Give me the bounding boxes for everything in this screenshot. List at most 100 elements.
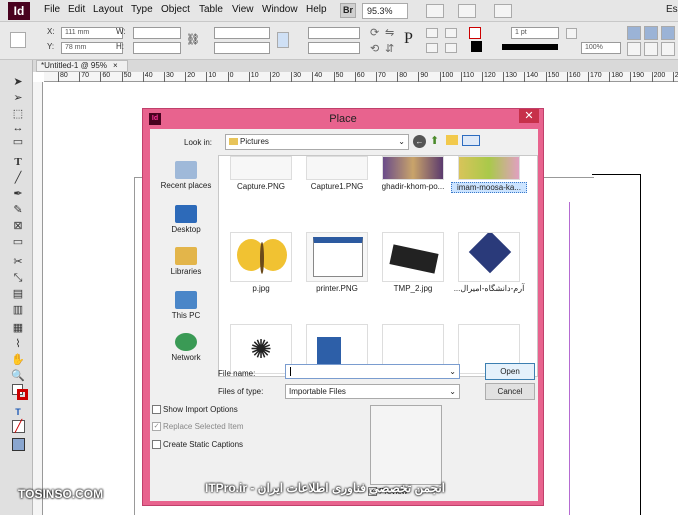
screen-mode-icon[interactable] xyxy=(458,4,476,18)
scale-y-field[interactable] xyxy=(214,42,270,54)
place-this-pc[interactable]: This PC xyxy=(154,291,218,320)
pencil-tool-icon[interactable]: ✎ xyxy=(10,204,26,217)
file-name-input[interactable]: ⌄ xyxy=(285,364,460,379)
checkbox-checked[interactable]: ✓ xyxy=(152,422,161,431)
menu-view[interactable]: View xyxy=(232,4,254,15)
file-item-selected[interactable]: imam-moosa-ka... xyxy=(451,156,527,193)
constrain-link-icon[interactable]: ⛓ xyxy=(186,33,200,46)
file-item[interactable]: ghadir-khom-po... xyxy=(375,156,451,191)
menu-layout[interactable]: Layout xyxy=(93,4,123,15)
arrange-documents-icon[interactable] xyxy=(494,4,512,18)
place-libraries[interactable]: Libraries xyxy=(154,247,218,276)
height-field[interactable] xyxy=(133,42,181,54)
view-options-icon[interactable] xyxy=(426,4,444,18)
menu-type[interactable]: Type xyxy=(131,4,153,15)
place-desktop[interactable]: Desktop xyxy=(154,205,218,234)
file-item[interactable]: آرم-دانشگاه-امیرال... xyxy=(451,232,527,293)
apply-none-icon[interactable]: ╱ xyxy=(12,420,25,433)
opacity-icon[interactable] xyxy=(566,28,577,39)
show-import-options-checkbox[interactable]: Show Import Options xyxy=(152,405,238,414)
formatting-container-icon[interactable]: T xyxy=(10,406,26,419)
rotate-icon[interactable]: ⟳ xyxy=(370,26,379,39)
menu-window[interactable]: Window xyxy=(262,4,298,15)
eyedropper-tool-icon[interactable]: ⌇ xyxy=(10,338,26,351)
free-transform-tool-icon[interactable]: ⤡ xyxy=(10,272,26,285)
selection-tool-icon[interactable]: ➤ xyxy=(10,76,26,89)
menu-object[interactable]: Object xyxy=(161,4,190,15)
direct-selection-tool-icon[interactable]: ➢ xyxy=(10,92,26,105)
scale-x-field[interactable] xyxy=(214,27,270,39)
stroke-weight-field[interactable]: 1 pt xyxy=(511,27,559,39)
wrap-icon[interactable] xyxy=(661,26,675,40)
bridge-icon[interactable]: Br xyxy=(340,3,356,18)
menu-file[interactable]: File xyxy=(44,4,60,15)
rectangle-tool-icon[interactable]: ▭ xyxy=(10,236,26,249)
back-icon[interactable]: ← xyxy=(413,135,426,148)
select-container-icon[interactable] xyxy=(426,28,438,38)
rotate-field[interactable] xyxy=(308,27,360,39)
rectangle-frame-tool-icon[interactable]: ⊠ xyxy=(10,220,26,233)
gap-tool-icon[interactable]: ↔ xyxy=(10,122,26,135)
menu-help[interactable]: Help xyxy=(306,4,327,15)
document-tab[interactable]: *Untitled-1 @ 95% × xyxy=(36,60,128,72)
stroke-black-icon[interactable] xyxy=(471,41,482,52)
type-tool-icon[interactable]: T xyxy=(10,156,26,169)
menu-table[interactable]: Table xyxy=(199,4,223,15)
flip-vertical-icon[interactable]: ⇵ xyxy=(385,42,394,55)
new-folder-icon[interactable] xyxy=(446,135,458,145)
menu-edit[interactable]: Edit xyxy=(68,4,85,15)
opacity-field[interactable]: 100% xyxy=(581,42,621,54)
up-folder-icon[interactable]: ⬆ xyxy=(430,134,439,147)
close-tab-icon[interactable]: × xyxy=(113,61,118,70)
page-tool-icon[interactable]: ⬚ xyxy=(10,108,26,121)
file-item[interactable]: Capture1.PNG xyxy=(299,156,375,191)
shear-field[interactable] xyxy=(308,42,360,54)
replace-selected-item-checkbox[interactable]: ✓ Replace Selected Item xyxy=(152,422,244,431)
place-network[interactable]: Network xyxy=(154,333,218,362)
hand-tool-icon[interactable]: ✋ xyxy=(10,354,26,367)
fit-content-icon[interactable] xyxy=(644,26,658,40)
width-field[interactable] xyxy=(133,27,181,39)
checkbox-box[interactable] xyxy=(152,405,161,414)
line-tool-icon[interactable]: ╱ xyxy=(10,172,26,185)
screen-mode-normal-icon[interactable] xyxy=(12,438,25,451)
place-recent[interactable]: Recent places xyxy=(154,161,218,190)
checkbox-box[interactable] xyxy=(152,440,161,449)
gradient-swatch-tool-icon[interactable]: ▤ xyxy=(10,288,26,301)
close-button[interactable]: ✕ xyxy=(519,109,539,123)
file-item[interactable]: printer.PNG xyxy=(299,232,375,293)
create-static-captions-checkbox[interactable]: Create Static Captions xyxy=(152,440,243,449)
fill-none-icon[interactable] xyxy=(469,27,481,39)
constrain-scale-icon[interactable] xyxy=(277,32,289,48)
file-item[interactable]: p.jpg xyxy=(223,232,299,293)
flip-horizontal-icon[interactable]: ⇋ xyxy=(385,26,394,39)
content-collector-icon[interactable]: ▭ xyxy=(10,136,26,149)
open-button[interactable]: Open xyxy=(485,363,535,380)
zoom-tool-icon[interactable]: 🔍 xyxy=(10,370,26,383)
y-field[interactable]: 78 mm xyxy=(61,42,123,54)
stroke-type-selector[interactable] xyxy=(502,44,558,50)
pen-tool-icon[interactable]: ✒ xyxy=(10,188,26,201)
gradient-feather-tool-icon[interactable]: ▥ xyxy=(10,304,26,317)
cancel-button[interactable]: Cancel xyxy=(485,383,535,400)
file-item[interactable]: TMP_2.jpg xyxy=(375,232,451,293)
look-in-dropdown[interactable]: Pictures ⌄ xyxy=(225,134,409,150)
select-content-icon[interactable] xyxy=(426,43,438,53)
view-menu-icon[interactable] xyxy=(462,135,480,146)
note-tool-icon[interactable]: ▦ xyxy=(10,322,26,335)
select-previous-icon[interactable] xyxy=(445,28,457,38)
reference-point-icon[interactable] xyxy=(10,32,26,48)
fit-frame-icon[interactable] xyxy=(627,26,641,40)
align-right-icon[interactable] xyxy=(661,42,675,56)
stroke-swatch-icon[interactable] xyxy=(17,389,28,400)
x-field[interactable]: 111 mm xyxy=(61,27,123,39)
align-left-icon[interactable] xyxy=(627,42,641,56)
zoom-level[interactable]: 95.3% xyxy=(362,3,408,19)
align-center-icon[interactable] xyxy=(644,42,658,56)
workspace-switcher[interactable]: Ess xyxy=(666,4,678,15)
scissors-tool-icon[interactable]: ✂ xyxy=(10,256,26,269)
files-of-type-dropdown[interactable]: Importable Files ⌄ xyxy=(285,384,460,399)
select-next-icon[interactable] xyxy=(445,43,457,53)
file-item[interactable]: Capture.PNG xyxy=(223,156,299,191)
rotate-ccw-icon[interactable]: ⟲ xyxy=(370,42,379,55)
